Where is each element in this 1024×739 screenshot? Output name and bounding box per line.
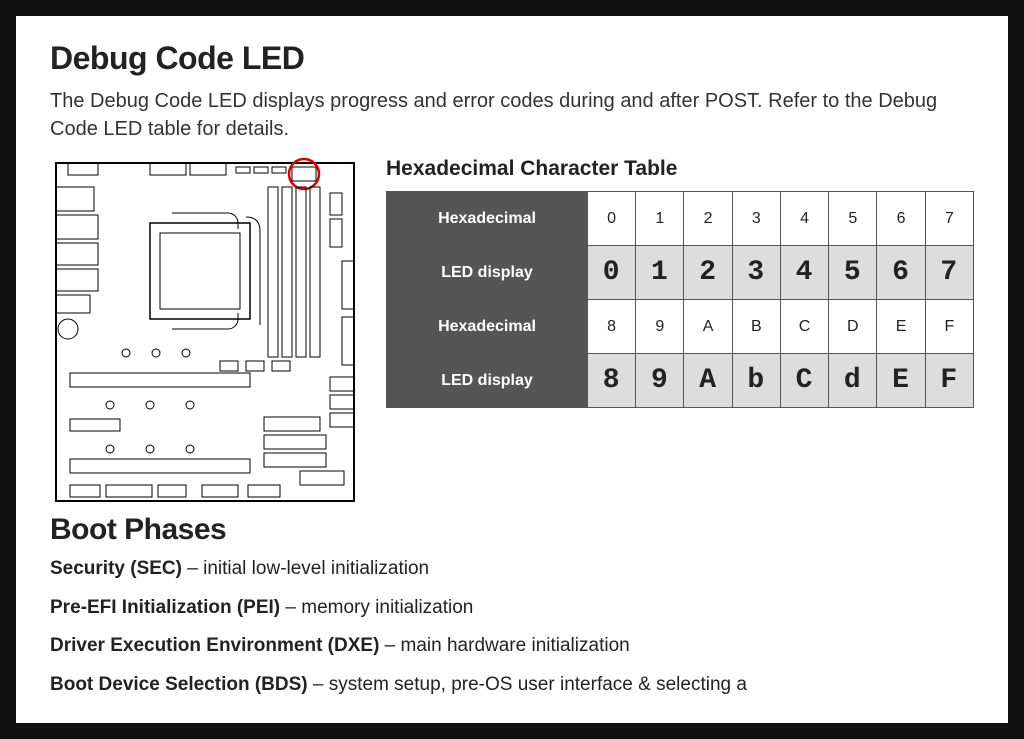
- hex-cell: C: [780, 300, 828, 354]
- phase-name: Security (SEC): [50, 558, 182, 579]
- phase-name: Boot Device Selection (BDS): [50, 674, 308, 695]
- hex-cell: 4: [780, 192, 828, 246]
- led-cell: 2: [684, 246, 732, 300]
- led-cell: E: [877, 354, 925, 408]
- hex-cell: 0: [588, 192, 636, 246]
- hex-cell: 7: [925, 192, 973, 246]
- led-cell: 0: [588, 246, 636, 300]
- led-cell: C: [780, 354, 828, 408]
- motherboard-diagram: [50, 157, 360, 507]
- phase-name: Pre-EFI Initialization (PEI): [50, 597, 280, 618]
- hex-cell: 1: [636, 192, 684, 246]
- led-cell: 6: [877, 246, 925, 300]
- intro-text: The Debug Code LED displays progress and…: [50, 87, 974, 143]
- page-title: Debug Code LED: [50, 40, 974, 77]
- led-cell: 9: [636, 354, 684, 408]
- led-label-1: LED display: [387, 246, 588, 300]
- led-cell: F: [925, 354, 973, 408]
- motherboard-svg: [50, 157, 360, 507]
- hex-character-table: Hexadecimal 0 1 2 3 4 5 6 7 LED display …: [386, 191, 974, 408]
- led-cell: b: [732, 354, 780, 408]
- led-label-2: LED display: [387, 354, 588, 408]
- hex-cell: 6: [877, 192, 925, 246]
- hex-cell: E: [877, 300, 925, 354]
- phase-desc: – initial low-level initialization: [182, 558, 429, 579]
- hex-cell: D: [829, 300, 877, 354]
- hex-table-title: Hexadecimal Character Table: [386, 157, 974, 181]
- boot-phases-title: Boot Phases: [50, 513, 974, 547]
- content-row: Hexadecimal Character Table Hexadecimal …: [50, 157, 974, 507]
- hex-cell: 8: [588, 300, 636, 354]
- phase-sec: Security (SEC) – initial low-level initi…: [50, 557, 974, 582]
- led-cell: 1: [636, 246, 684, 300]
- hex-table-section: Hexadecimal Character Table Hexadecimal …: [386, 157, 974, 408]
- phase-name: Driver Execution Environment (DXE): [50, 635, 379, 656]
- phase-pei: Pre-EFI Initialization (PEI) – memory in…: [50, 596, 974, 621]
- hex-label-1: Hexadecimal: [387, 192, 588, 246]
- phase-dxe: Driver Execution Environment (DXE) – mai…: [50, 634, 974, 659]
- phase-desc: – main hardware initialization: [379, 635, 629, 656]
- led-cell: 5: [829, 246, 877, 300]
- document-page: Debug Code LED The Debug Code LED displa…: [16, 16, 1008, 723]
- hex-cell: 3: [732, 192, 780, 246]
- hex-cell: A: [684, 300, 732, 354]
- hex-cell: F: [925, 300, 973, 354]
- phase-desc: – system setup, pre-OS user interface & …: [308, 674, 747, 695]
- led-cell: 3: [732, 246, 780, 300]
- hex-cell: 2: [684, 192, 732, 246]
- hex-cell: 5: [829, 192, 877, 246]
- led-cell: 8: [588, 354, 636, 408]
- led-cell: d: [829, 354, 877, 408]
- led-cell: 7: [925, 246, 973, 300]
- led-cell: 4: [780, 246, 828, 300]
- hex-label-2: Hexadecimal: [387, 300, 588, 354]
- hex-cell: 9: [636, 300, 684, 354]
- phase-desc: – memory initialization: [280, 597, 473, 618]
- hex-cell: B: [732, 300, 780, 354]
- phase-bds: Boot Device Selection (BDS) – system set…: [50, 673, 974, 698]
- led-cell: A: [684, 354, 732, 408]
